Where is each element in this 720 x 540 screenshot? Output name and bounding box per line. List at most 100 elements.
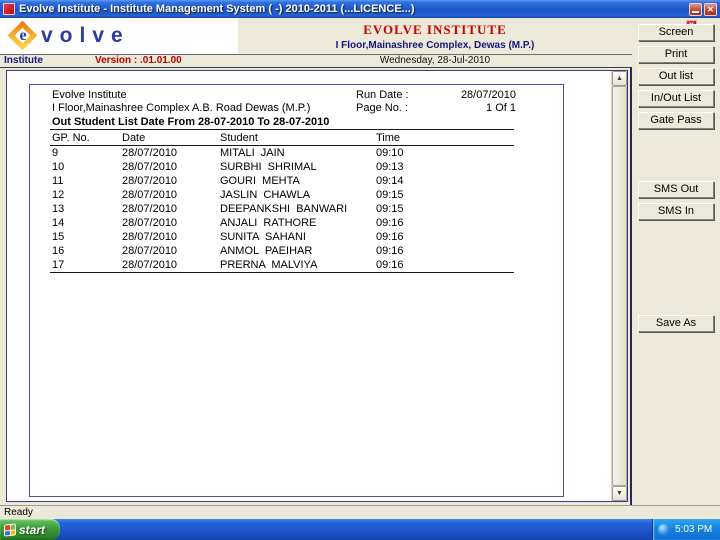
system-tray: 5:03 PM [652,519,720,540]
app-header: e volve EVOLVE INSTITUTE I Floor,Mainash… [0,18,632,55]
institute-block: EVOLVE INSTITUTE I Floor,Mainashree Comp… [238,18,632,54]
minimize-icon [692,10,699,13]
table-row: 14 28/07/2010 ANJALI RATHORE 09:16 [30,216,563,230]
table-header-row: GP. No. Date Student Time [30,130,563,145]
institute-address: I Floor,Mainashree Complex, Dewas (M.P.) [335,40,535,51]
table-cell: 09:15 [376,203,404,215]
sidebar: ✕ Screen Print Out list In/Out List Gate… [632,18,720,505]
table-cell: 28/07/2010 [122,175,178,187]
out-list-button[interactable]: Out list [638,68,714,85]
app-icon [3,3,15,15]
start-button-label: start [19,522,46,537]
table-cell: 10 [52,161,65,173]
table-cell: SUNITA SAHANI [220,231,306,243]
column-header: Student [220,131,258,144]
sms-out-button[interactable]: SMS Out [638,181,714,198]
gate-pass-button[interactable]: Gate Pass [638,112,714,129]
minimize-button[interactable] [689,2,702,16]
taskbar-spacer [60,519,652,540]
table-row: 16 28/07/2010 ANMOL PAEIHAR 09:16 [30,244,563,258]
scrollbar-thumb[interactable] [612,86,627,486]
table-cell: 28/07/2010 [122,189,178,201]
table-cell: PRERNA MALVIYA [220,259,318,271]
logo-diamond-icon: e [7,20,38,51]
table-cell: 11 [52,175,64,187]
table-divider [50,272,514,273]
version-label: Version : .01.01.00 [95,55,182,66]
table-cell: 09:16 [376,245,404,257]
table-cell: 09:16 [376,231,404,243]
table-row: 10 28/07/2010 SURBHI SHRIMAL 09:13 [30,160,563,174]
clock: 5:03 PM [675,524,713,535]
table-cell: 28/07/2010 [122,147,178,159]
evolve-logo: e volve [0,18,238,54]
table-cell: 12 [52,189,65,201]
institute-name: EVOLVE INSTITUTE [363,22,507,37]
application-window: Evolve Institute - Institute Management … [0,0,720,540]
table-row: 11 28/07/2010 GOURI MEHTA 09:14 [30,174,563,188]
report-address: I Floor,Mainashree Complex A.B. Road Dew… [52,102,311,114]
main-column: e volve EVOLVE INSTITUTE I Floor,Mainash… [0,18,632,505]
table-cell: 09:14 [376,175,404,187]
table-cell: 28/07/2010 [122,259,178,271]
module-label: Institute [4,55,43,66]
close-button[interactable]: ✕ [704,2,717,16]
workspace: Evolve Institute I Floor,Mainashree Comp… [0,68,632,505]
table-cell: MITALI JAIN [220,147,285,159]
table-row: 13 28/07/2010 DEEPANKSHI BANWARI 09:15 [30,202,563,216]
taskbar: start 5:03 PM [0,519,720,540]
print-button[interactable]: Print [638,46,714,63]
table-cell: 28/07/2010 [122,231,178,243]
start-button[interactable]: start [0,519,60,540]
page-number-value: 1 Of 1 [486,102,516,114]
scroll-down-icon[interactable]: ▼ [612,486,627,501]
table-cell: ANJALI RATHORE [220,217,317,229]
status-bar: Ready [0,505,720,519]
screen-button[interactable]: Screen [638,24,714,41]
table-cell: 13 [52,203,65,215]
logo-letter-e: e [19,27,27,44]
table-cell: 14 [52,217,65,229]
vertical-scrollbar[interactable]: ▲ ▼ [611,71,627,501]
table-cell: ANMOL PAEIHAR [220,245,313,257]
column-header: Date [122,131,146,144]
table-cell: JASLIN CHAWLA [220,189,311,201]
column-header: Time [376,131,401,144]
run-date-value: 28/07/2010 [460,89,516,101]
table-row: 12 28/07/2010 JASLIN CHAWLA 09:15 [30,188,563,202]
title-bar: Evolve Institute - Institute Management … [0,0,720,18]
report-paper: Evolve Institute I Floor,Mainashree Comp… [29,84,564,497]
window-title: Evolve Institute - Institute Management … [19,3,415,15]
table-row: 15 28/07/2010 SUNITA SAHANI 09:16 [30,230,563,244]
table-cell: 28/07/2010 [122,217,178,229]
sms-actions-group: SMS Out SMS In [638,181,714,225]
table-cell: 28/07/2010 [122,245,178,257]
scroll-up-icon[interactable]: ▲ [612,71,627,86]
table-cell: 09:13 [376,161,404,173]
report-actions-group: Screen Print Out list In/Out List Gate P… [638,24,714,134]
table-cell: SURBHI SHRIMAL [220,161,317,173]
table-cell: 17 [52,259,65,271]
table-cell: 09:16 [376,259,404,271]
table-row: 9 28/07/2010 MITALI JAIN 09:10 [30,146,563,160]
report-viewer-panel: Evolve Institute I Floor,Mainashree Comp… [6,70,628,502]
column-header: GP. No. [52,131,90,144]
table-cell: 15 [52,231,65,243]
table-cell: 16 [52,245,65,257]
tray-status-icon[interactable] [658,523,670,536]
table-row: 17 28/07/2010 PRERNA MALVIYA 09:16 [30,258,563,272]
table-cell: 09:10 [376,147,404,159]
table-cell: 09:16 [376,217,404,229]
report-table-body: 9 28/07/2010 MITALI JAIN 09:10 10 28/07/2010 S… [30,146,563,272]
report-title: Out Student List Date From 28-07-2010 To… [52,116,330,128]
table-cell: 28/07/2010 [122,203,178,215]
logo-wordmark: volve [41,24,130,47]
in-out-list-button[interactable]: In/Out List [638,90,714,107]
table-cell: 9 [52,147,59,159]
sms-in-button[interactable]: SMS In [638,203,714,220]
report-table: GP. No. Date Student Time 9 28/07/2010 MIT… [30,129,563,273]
save-as-button[interactable]: Save As [638,315,714,332]
table-cell: 28/07/2010 [122,161,178,173]
current-date-label: Wednesday, 28-Jul-2010 [379,55,491,66]
status-text: Ready [4,507,33,518]
